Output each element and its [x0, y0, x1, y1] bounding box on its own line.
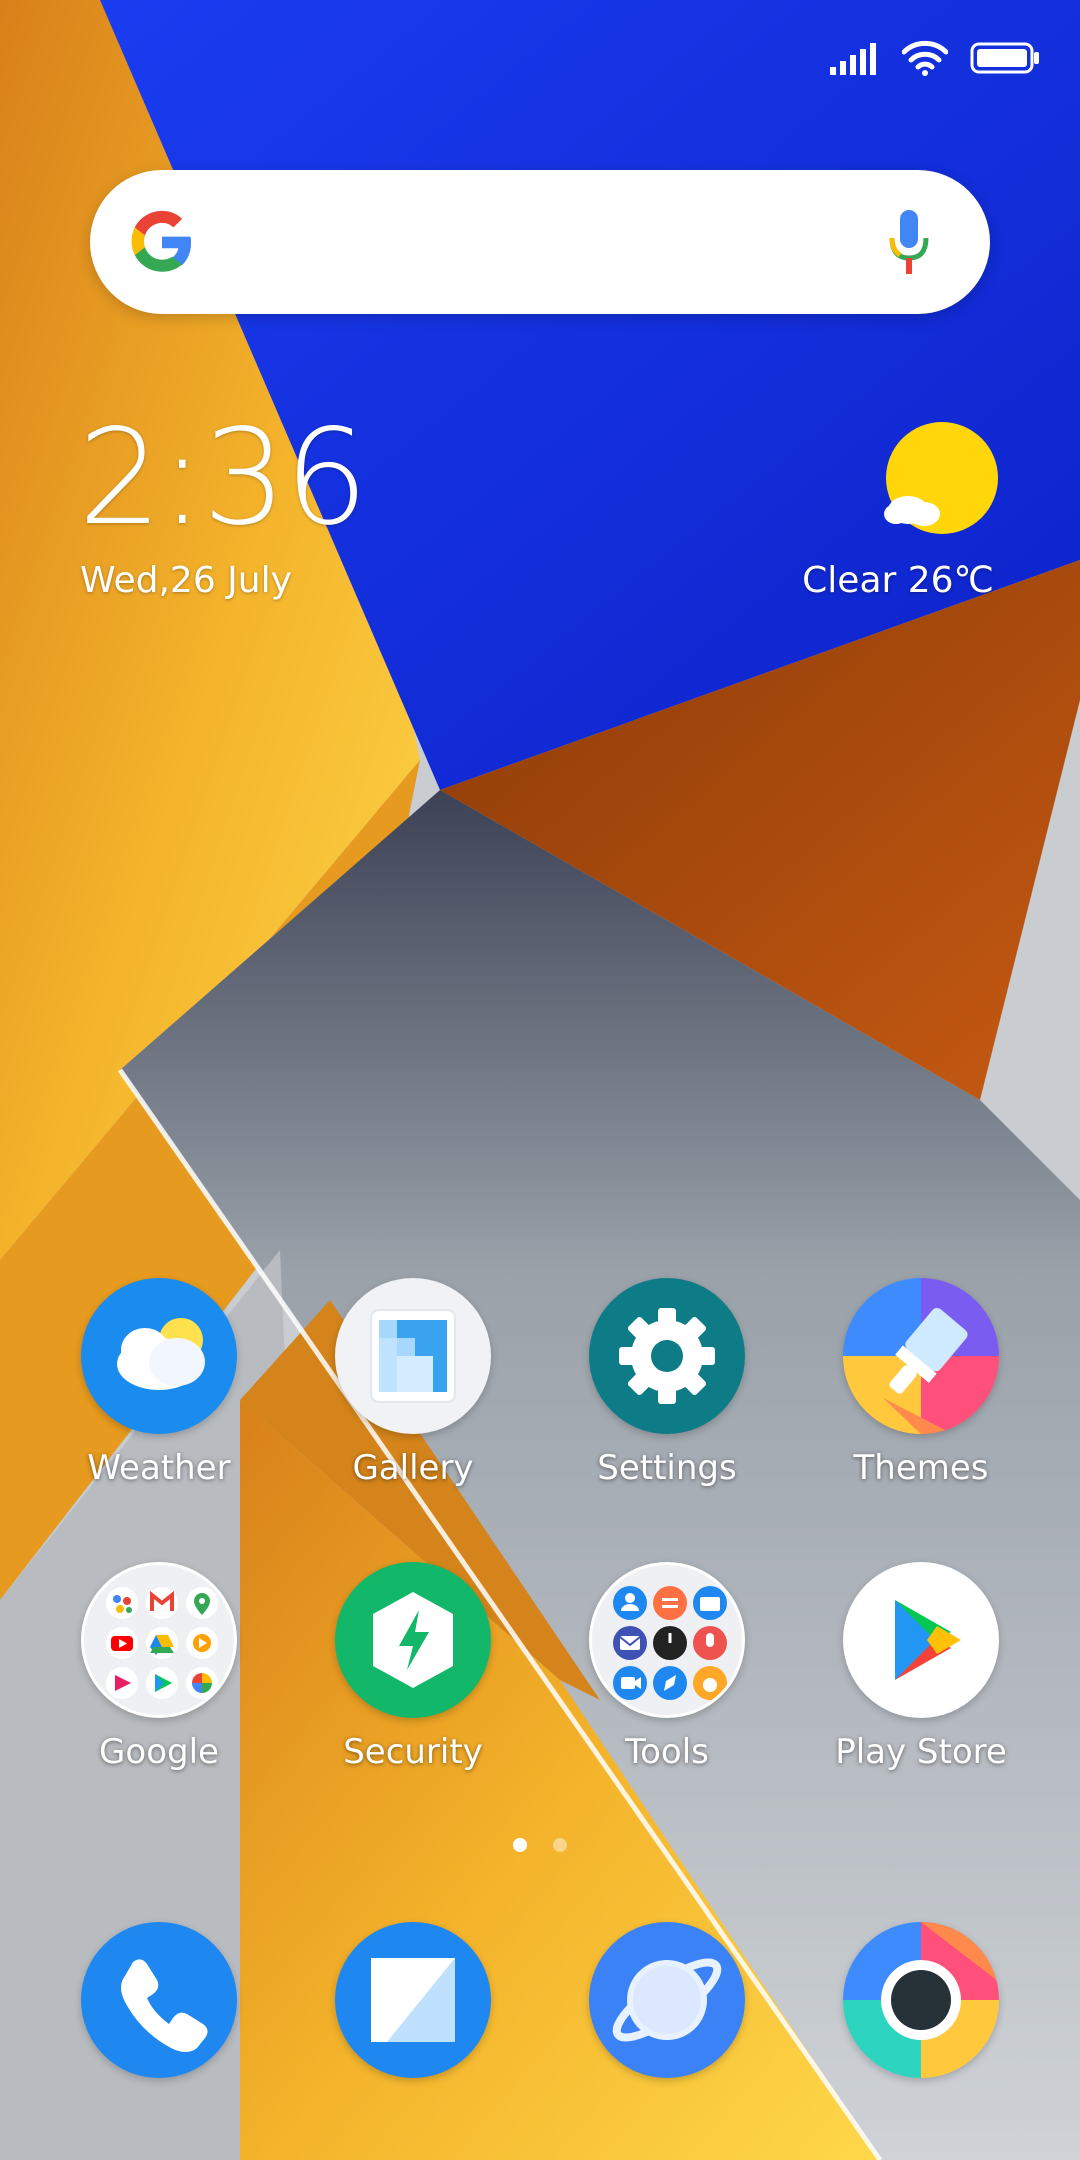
sunny-partly-cloudy-icon[interactable] [880, 420, 1000, 540]
gallery-icon [335, 1278, 491, 1434]
app-label: Themes [853, 1448, 989, 1488]
google-search-bar[interactable] [90, 170, 990, 314]
dock-messages[interactable] [286, 1922, 540, 2078]
page-indicator [0, 1838, 1080, 1852]
app-weather[interactable]: Weather [32, 1278, 286, 1488]
wallpaper [0, 0, 1080, 2160]
dock-camera[interactable] [794, 1922, 1048, 2078]
camera-icon [843, 1922, 999, 2078]
battery-icon [970, 42, 1039, 74]
app-themes[interactable]: Themes [794, 1278, 1048, 1488]
app-label: Gallery [352, 1448, 474, 1488]
themes-brush-icon [843, 1278, 999, 1434]
app-label: Security [343, 1732, 483, 1772]
clock-date[interactable]: Wed,26 July [80, 560, 292, 601]
weather-summary[interactable]: Clear 26℃ [802, 560, 994, 601]
app-label: Settings [597, 1448, 737, 1488]
google-g-icon [131, 210, 192, 272]
app-settings[interactable]: Settings [540, 1278, 794, 1488]
app-label: Google [99, 1732, 219, 1772]
app-folder-tools[interactable]: Tools [540, 1562, 794, 1772]
signal-icon [830, 43, 876, 75]
microphone-icon[interactable] [884, 208, 934, 278]
page-dot-active[interactable] [513, 1838, 527, 1852]
app-label: Tools [625, 1732, 709, 1772]
app-folder-google[interactable]: Google [32, 1562, 286, 1772]
messages-icon [335, 1922, 491, 2078]
dock-browser[interactable] [540, 1922, 794, 2078]
settings-gear-icon [589, 1278, 745, 1434]
phone-icon [81, 1922, 237, 2078]
weather-icon [81, 1278, 237, 1434]
browser-icon [589, 1922, 745, 2078]
google-folder-icon [81, 1562, 237, 1718]
tools-folder-icon [589, 1562, 745, 1718]
play-store-icon [843, 1562, 999, 1718]
page-dot[interactable] [553, 1838, 567, 1852]
clock-time[interactable]: 2:36 [78, 412, 368, 544]
app-label: Play Store [835, 1732, 1007, 1772]
status-bar [830, 30, 1040, 86]
wifi-icon [902, 40, 948, 76]
security-shield-icon [335, 1562, 491, 1718]
app-security[interactable]: Security [286, 1562, 540, 1772]
app-gallery[interactable]: Gallery [286, 1278, 540, 1488]
app-play-store[interactable]: Play Store [794, 1562, 1048, 1772]
app-label: Weather [87, 1448, 231, 1488]
dock-phone[interactable] [32, 1922, 286, 2078]
